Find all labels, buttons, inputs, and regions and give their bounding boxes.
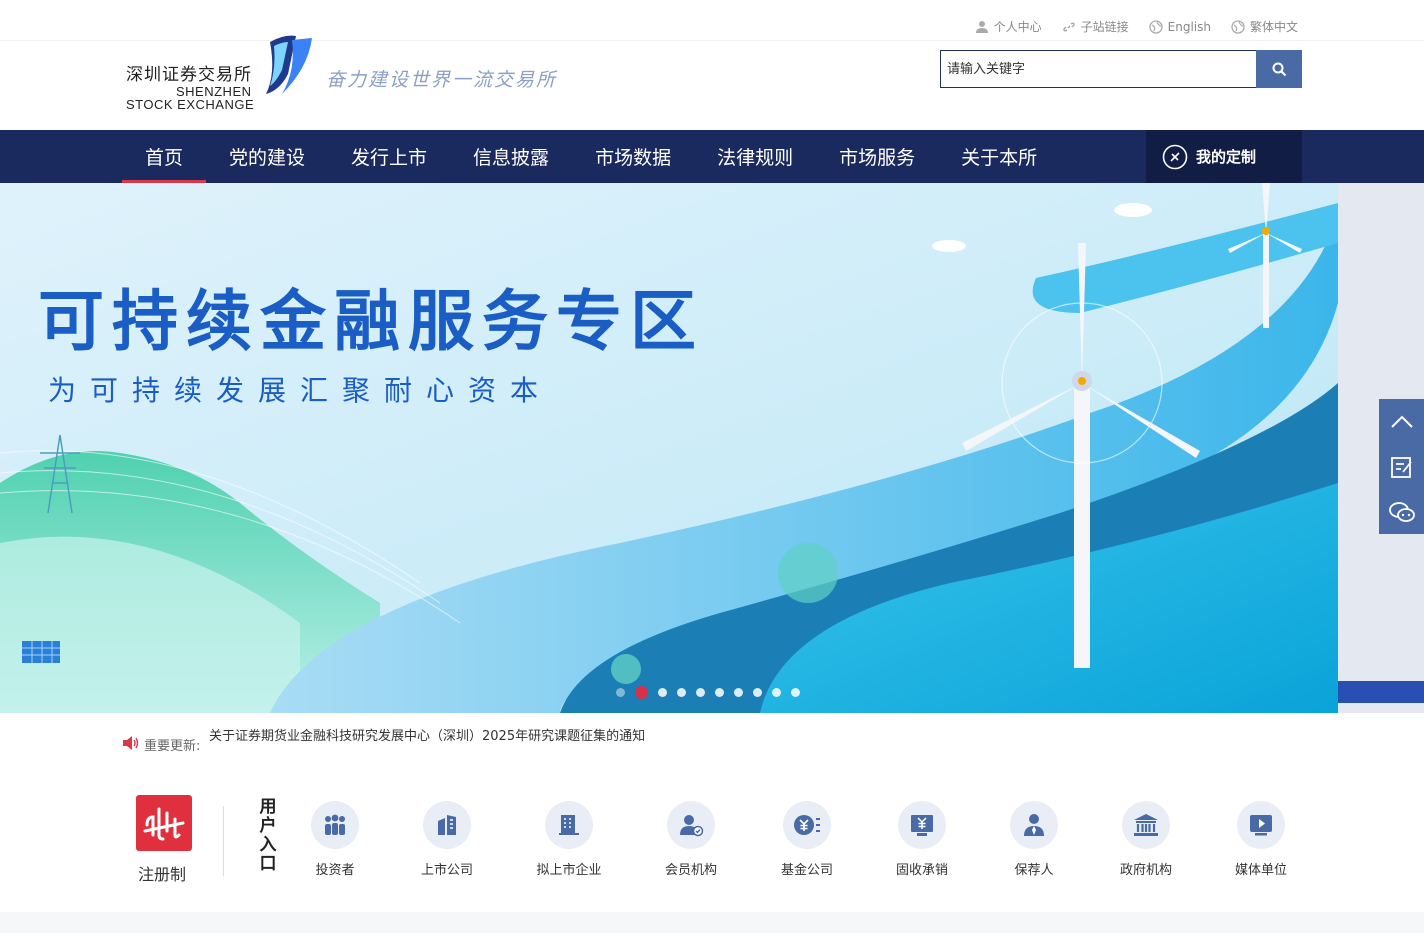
nav-item-home[interactable]: 首页 xyxy=(122,130,207,183)
slide-dot[interactable] xyxy=(734,688,743,697)
government-building-icon xyxy=(1122,801,1170,849)
search-input[interactable] xyxy=(940,50,1256,88)
nav-item-disclosure[interactable]: 信息披露 xyxy=(450,130,572,183)
search-icon xyxy=(1272,62,1286,76)
media-play-icon xyxy=(1237,801,1285,849)
entry-label: 固收承销 xyxy=(895,863,948,878)
slide-dot[interactable] xyxy=(616,688,625,697)
entry-label: 保荐人 xyxy=(1014,863,1054,878)
entry-pre-ipo[interactable]: 拟上市企业 xyxy=(524,801,614,878)
main-nav: 首页 党的建设 发行上市 信息披露 市场数据 法律规则 市场服务 关于本所 我的… xyxy=(0,130,1424,183)
my-customization-label: 我的定制 xyxy=(1196,148,1257,166)
registration-label: 注册制 xyxy=(137,865,186,884)
entry-label: 基金公司 xyxy=(780,863,833,878)
entry-fund-company[interactable]: 基金公司 xyxy=(762,801,852,878)
notice-headline-link[interactable]: 关于证券期货业金融科技研究发展中心（深圳）2025年研究课题征集的通知 xyxy=(209,727,645,744)
entry-government[interactable]: 政府机构 xyxy=(1101,801,1191,878)
entry-label: 会员机构 xyxy=(664,863,717,878)
nav-item-about[interactable]: 关于本所 xyxy=(938,130,1060,183)
entry-investor[interactable]: 投资者 xyxy=(290,801,380,878)
entry-sponsor[interactable]: 保荐人 xyxy=(989,801,1079,878)
traditional-chinese-label: 繁体中文 xyxy=(1249,20,1298,34)
entry-label: 媒体单位 xyxy=(1234,863,1287,878)
my-customization-button[interactable]: 我的定制 xyxy=(1146,130,1302,183)
entry-label: 上市公司 xyxy=(420,863,473,878)
entry-media[interactable]: 媒体单位 xyxy=(1216,801,1306,878)
search-button[interactable] xyxy=(1256,50,1302,88)
logo-chinese-name: 深圳证券交易所 xyxy=(126,65,252,85)
listed-company-icon xyxy=(423,801,471,849)
slide-dot[interactable] xyxy=(753,688,762,697)
slide-dot[interactable] xyxy=(677,688,686,697)
edit-note-icon xyxy=(1390,456,1412,478)
slide-dots xyxy=(616,686,800,699)
bond-ticket-icon xyxy=(898,801,946,849)
globe-icon xyxy=(1148,19,1163,34)
slide-dot[interactable] xyxy=(772,688,781,697)
wechat-button[interactable] xyxy=(1379,489,1424,534)
slide-dot[interactable] xyxy=(696,688,705,697)
member-badge-icon xyxy=(667,801,715,849)
nav-item-listing[interactable]: 发行上市 xyxy=(328,130,450,183)
banner-subtitle: 为可持续发展汇聚耐心资本 xyxy=(48,374,553,407)
speaker-icon xyxy=(123,736,139,750)
nav-item-rules[interactable]: 法律规则 xyxy=(694,130,816,183)
entry-member-institution[interactable]: 会员机构 xyxy=(646,801,736,878)
logo-english-line2: STOCK EXCHANGE xyxy=(126,97,255,112)
entry-listed-company[interactable]: 上市公司 xyxy=(402,801,492,878)
investors-icon xyxy=(311,801,359,849)
subsite-links-link[interactable]: 子站链接 xyxy=(1062,18,1129,35)
link-icon xyxy=(1062,21,1075,32)
szse-logo[interactable]: 深圳证券交易所 SHENZHEN STOCK EXCHANGE xyxy=(126,34,316,114)
entry-label: 投资者 xyxy=(315,863,355,878)
banner-illustration xyxy=(0,183,1424,713)
slide-dot[interactable] xyxy=(791,688,800,697)
customize-icon xyxy=(1162,144,1188,169)
slide-dot[interactable] xyxy=(658,688,667,697)
english-label: English xyxy=(1167,19,1211,34)
slogan: 奋力建设世界一流交易所 xyxy=(326,69,558,91)
footer-strip xyxy=(0,912,1424,933)
entry-label: 政府机构 xyxy=(1119,863,1172,878)
fund-coin-icon xyxy=(783,801,831,849)
important-update-ticker: 重要更新: 关于证券期货业金融科技研究发展中心（深圳）2025年研究课题征集的通… xyxy=(122,727,922,753)
registration-icon xyxy=(136,795,192,851)
wechat-icon xyxy=(1388,501,1415,522)
subsite-links-label: 子站链接 xyxy=(1080,20,1129,34)
personal-center-label: 个人中心 xyxy=(993,20,1042,34)
notice-label: 重要更新: xyxy=(144,739,201,753)
header: 深圳证券交易所 SHENZHEN STOCK EXCHANGE 奋力建设世界一流… xyxy=(0,0,1424,130)
top-links: 个人中心 子站链接 English 繁体中文 xyxy=(975,18,1298,35)
sponsor-person-icon xyxy=(1010,801,1058,849)
hero-banner[interactable]: 可持续金融服务专区 为可持续发展汇聚耐心资本 xyxy=(0,183,1424,713)
entries-divider xyxy=(223,806,224,876)
search-bar xyxy=(940,50,1302,88)
personal-center-link[interactable]: 个人中心 xyxy=(975,18,1042,35)
page: 深圳证券交易所 SHENZHEN STOCK EXCHANGE 奋力建设世界一流… xyxy=(0,0,1424,933)
logo-mark-icon xyxy=(266,35,312,94)
back-to-top-button[interactable] xyxy=(1379,399,1424,444)
nav-item-market-services[interactable]: 市场服务 xyxy=(816,130,938,183)
nav-item-party-building[interactable]: 党的建设 xyxy=(206,130,328,183)
globe-icon xyxy=(1231,19,1245,34)
slide-dot-active[interactable] xyxy=(635,686,648,699)
banner-title: 可持续金融服务专区 xyxy=(38,283,704,360)
chevron-up-icon xyxy=(1390,415,1413,428)
feedback-button[interactable] xyxy=(1379,444,1424,489)
nav-items: 首页 党的建设 发行上市 信息披露 市场数据 法律规则 市场服务 关于本所 xyxy=(122,130,1060,183)
user-entry-title: 用户入口 xyxy=(259,797,277,874)
slide-dot[interactable] xyxy=(715,688,724,697)
registration-system-entry[interactable]: 注册制 xyxy=(136,795,192,885)
english-link[interactable]: English xyxy=(1148,18,1211,35)
entry-fixed-income[interactable]: 固收承销 xyxy=(877,801,967,878)
user-icon xyxy=(975,20,988,33)
building-icon xyxy=(545,801,593,849)
nav-item-market-data[interactable]: 市场数据 xyxy=(572,130,694,183)
traditional-chinese-link[interactable]: 繁体中文 xyxy=(1231,18,1298,35)
entry-label: 拟上市企业 xyxy=(536,863,602,878)
side-float-toolbar xyxy=(1379,399,1424,534)
